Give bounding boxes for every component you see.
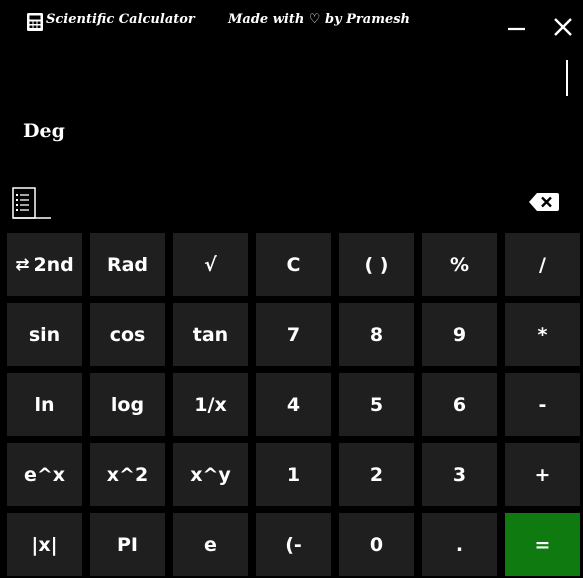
percent-button[interactable]: % xyxy=(422,233,497,296)
digit-0-button[interactable]: 0 xyxy=(339,513,414,576)
title-bar: Scientific Calculator Made with ♡ by Pra… xyxy=(0,0,583,46)
divide-button[interactable]: / xyxy=(505,233,580,296)
clear-button[interactable]: C xyxy=(256,233,331,296)
tan-button[interactable]: tan xyxy=(173,303,248,366)
digit-4-button[interactable]: 4 xyxy=(256,373,331,436)
abs-button[interactable]: |x| xyxy=(7,513,82,576)
pi-button[interactable]: PI xyxy=(90,513,165,576)
square-button[interactable]: x^2 xyxy=(90,443,165,506)
history-button[interactable] xyxy=(12,186,52,220)
calculator-icon xyxy=(27,13,43,31)
log-button[interactable]: log xyxy=(90,373,165,436)
sin-button[interactable]: sin xyxy=(7,303,82,366)
minimize-button[interactable] xyxy=(497,8,537,44)
digit-7-button[interactable]: 7 xyxy=(256,303,331,366)
minimize-icon xyxy=(508,27,525,31)
digit-2-button[interactable]: 2 xyxy=(339,443,414,506)
second-function-label: 2nd xyxy=(33,253,74,276)
sqrt-button[interactable]: √ xyxy=(173,233,248,296)
digit-9-button[interactable]: 9 xyxy=(422,303,497,366)
decimal-button[interactable]: . xyxy=(422,513,497,576)
app-title: Scientific Calculator xyxy=(46,12,195,27)
keypad: ⇄ 2nd Rad √ C ( ) % / sin cos tan 7 8 9 … xyxy=(7,233,580,576)
parentheses-button[interactable]: ( ) xyxy=(339,233,414,296)
digit-3-button[interactable]: 3 xyxy=(422,443,497,506)
backspace-button[interactable] xyxy=(528,191,560,213)
input-cursor xyxy=(566,60,568,96)
rad-button[interactable]: Rad xyxy=(90,233,165,296)
digit-8-button[interactable]: 8 xyxy=(339,303,414,366)
history-icon xyxy=(12,187,51,219)
euler-button[interactable]: e xyxy=(173,513,248,576)
add-button[interactable]: + xyxy=(505,443,580,506)
angle-mode-label: Deg xyxy=(23,120,65,142)
negate-button[interactable]: (- xyxy=(256,513,331,576)
multiply-button[interactable]: * xyxy=(505,303,580,366)
digit-5-button[interactable]: 5 xyxy=(339,373,414,436)
digit-1-button[interactable]: 1 xyxy=(256,443,331,506)
subtract-button[interactable]: - xyxy=(505,373,580,436)
swap-icon: ⇄ xyxy=(15,254,30,275)
cos-button[interactable]: cos xyxy=(90,303,165,366)
digit-6-button[interactable]: 6 xyxy=(422,373,497,436)
close-button[interactable] xyxy=(543,8,583,44)
equals-button[interactable]: = xyxy=(505,513,580,576)
exp-button[interactable]: e^x xyxy=(7,443,82,506)
power-button[interactable]: x^y xyxy=(173,443,248,506)
close-icon xyxy=(554,18,572,36)
backspace-icon xyxy=(529,193,559,211)
reciprocal-button[interactable]: 1/x xyxy=(173,373,248,436)
second-function-button[interactable]: ⇄ 2nd xyxy=(7,233,82,296)
credit-text: Made with ♡ by Pramesh xyxy=(228,12,411,27)
ln-button[interactable]: ln xyxy=(7,373,82,436)
